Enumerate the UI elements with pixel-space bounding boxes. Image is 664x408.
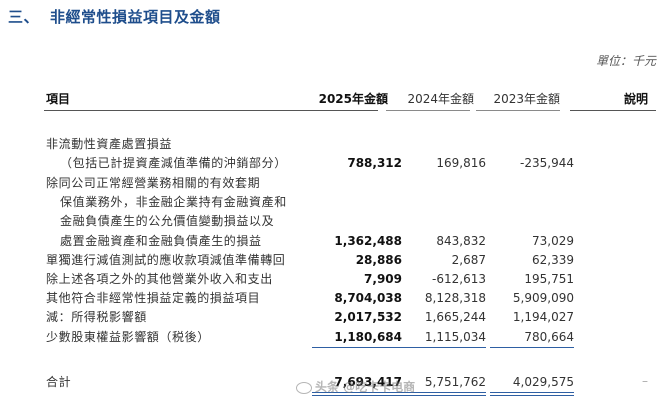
row-3-value-2023: 62,339 bbox=[532, 253, 574, 267]
row-6-label: 減：所得税影響額 bbox=[46, 310, 147, 324]
row-4-value-2023: 195,751 bbox=[524, 272, 574, 286]
row-7-label: 少數股東權益影響額（税後） bbox=[46, 330, 210, 344]
row-5-value-2024: 8,128,318 bbox=[424, 291, 486, 305]
row-4-label: 除上述各項之外的其他營業外收入和支出 bbox=[46, 272, 273, 286]
row-5-label: 其他符合非經常性損益定義的損益項目 bbox=[46, 291, 261, 305]
row-4-value-2025: 7,909 bbox=[364, 272, 402, 286]
row-6-value-2025: 2,017,532 bbox=[334, 310, 402, 324]
watermark-text: 头条 @吃卡卡电商 bbox=[315, 380, 416, 394]
watermark: 头条 @吃卡卡电商 bbox=[296, 378, 415, 395]
unit-label: 單位：千元 bbox=[595, 54, 656, 68]
row-2-value-2024: 843,832 bbox=[436, 234, 486, 248]
header-item: 項目 bbox=[46, 92, 71, 106]
weibo-icon bbox=[296, 381, 312, 394]
subtotal-rule-2024 bbox=[402, 347, 486, 348]
header-2025: 2025年金額 bbox=[318, 92, 388, 106]
row-2-value-2023: 73,029 bbox=[532, 234, 574, 248]
header-rule-2025 bbox=[44, 110, 378, 111]
row-3-value-2025: 28,886 bbox=[355, 253, 402, 267]
section-heading: 三、 非經常性損益項目及金額 bbox=[8, 6, 221, 27]
row-3-label: 單獨進行減值測試的應收款項減值準備轉回 bbox=[46, 253, 286, 267]
row-7-value-2024: 1,115,034 bbox=[424, 330, 486, 344]
row-6-value-2024: 1,665,244 bbox=[424, 310, 486, 324]
row-6-value-2023: 1,194,027 bbox=[512, 310, 574, 324]
row-2-label-line-2: 保值業務外，非金融企業持有金融資產和 bbox=[60, 195, 287, 209]
header-rule-2023 bbox=[476, 110, 560, 111]
row-2-label-line-1: 除同公司正常經營業務相關的有效套期 bbox=[46, 176, 261, 190]
row-3-value-2024: 2,687 bbox=[451, 253, 486, 267]
row-2-label-line-4: 處置金融資產和金融負債產生的損益 bbox=[60, 234, 262, 248]
header-note: 說明 bbox=[623, 92, 648, 106]
row-5-value-2025: 8,704,038 bbox=[334, 291, 402, 305]
row-2-value-2025: 1,362,488 bbox=[334, 234, 402, 248]
section-title: 非經常性損益項目及金額 bbox=[50, 8, 221, 26]
row-1-value-2024: 169,816 bbox=[436, 156, 486, 170]
header-2024: 2024年金額 bbox=[407, 92, 474, 106]
header-2023: 2023年金額 bbox=[493, 92, 560, 106]
row-1-value-2023: -235,944 bbox=[520, 156, 574, 170]
total-double-rule-2023 bbox=[490, 392, 574, 396]
header-rule-note bbox=[570, 110, 656, 111]
total-note: – bbox=[642, 374, 648, 388]
row-1-value-2025: 788,312 bbox=[347, 156, 402, 170]
header-rule-2024 bbox=[386, 110, 470, 111]
row-7-value-2025: 1,180,684 bbox=[334, 330, 402, 344]
total-value-2023: 4,029,575 bbox=[512, 375, 574, 389]
row-4-value-2024: -612,613 bbox=[432, 272, 486, 286]
row-7-value-2023: 780,664 bbox=[524, 330, 574, 344]
row-1-label-line-2: （包括已計提資產減值準備的沖銷部分） bbox=[60, 156, 287, 170]
subtotal-rule-2023 bbox=[490, 347, 574, 348]
subtotal-rule-2025 bbox=[312, 347, 402, 348]
row-2-label-line-3: 金融負債產生的公允價值變動損益以及 bbox=[60, 214, 275, 228]
row-5-value-2023: 5,909,090 bbox=[512, 291, 574, 305]
row-1-label-line-1: 非流動性資產處置損益 bbox=[46, 137, 173, 151]
section-number: 三、 bbox=[8, 8, 40, 26]
total-label: 合計 bbox=[46, 375, 72, 389]
